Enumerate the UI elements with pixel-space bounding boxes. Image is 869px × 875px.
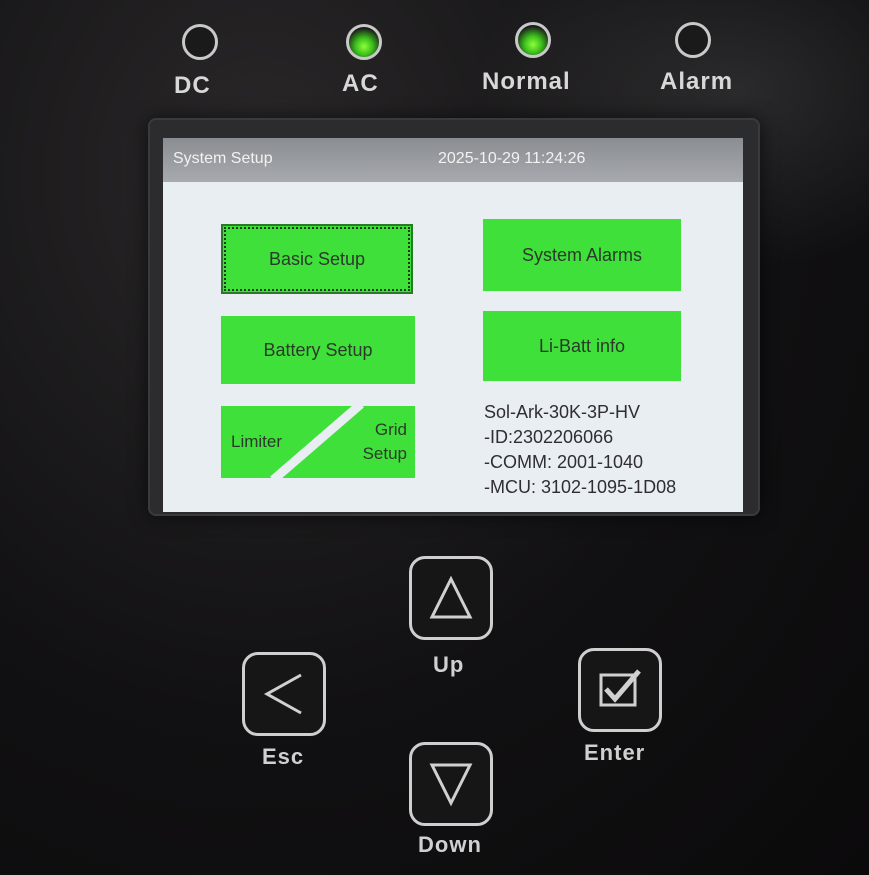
inverter-panel: DC AC Normal Alarm System Setup 2025-10-… bbox=[0, 0, 869, 875]
basic-setup-button[interactable]: Basic Setup bbox=[221, 224, 413, 294]
normal-led-icon bbox=[515, 22, 551, 58]
dc-led-icon bbox=[182, 24, 218, 60]
alarm-led-icon bbox=[675, 22, 711, 58]
down-label: Down bbox=[418, 832, 482, 857]
dc-label: DC bbox=[174, 72, 211, 99]
down-key[interactable] bbox=[409, 742, 493, 826]
date-time: 2025-10-29 11:24:26 bbox=[438, 150, 586, 167]
esc-label: Esc bbox=[262, 744, 305, 769]
battery-setup-button[interactable]: Battery Setup bbox=[221, 316, 415, 384]
checkbox-check-icon bbox=[599, 669, 641, 707]
limiter-grid-setup-button[interactable]: Limiter Grid Setup bbox=[221, 406, 415, 478]
model-text: Sol-Ark-30K-3P-HV bbox=[484, 402, 641, 422]
alarm-label: Alarm bbox=[660, 68, 734, 95]
title-bar: System Setup 2025-10-29 11:24:26 bbox=[163, 138, 743, 182]
device-info: Sol-Ark-30K-3P-HV -ID:2302206066 -COMM: … bbox=[484, 400, 676, 500]
grid-setup-line2: Setup bbox=[362, 444, 407, 463]
down-triangle-icon bbox=[429, 763, 473, 807]
li-batt-info-button[interactable]: Li-Batt info bbox=[483, 311, 681, 381]
up-triangle-icon bbox=[429, 575, 473, 619]
system-alarms-button[interactable]: System Alarms bbox=[483, 219, 681, 291]
esc-key[interactable] bbox=[242, 652, 326, 736]
up-key[interactable] bbox=[409, 556, 493, 640]
id-text: -ID:2302206066 bbox=[484, 427, 614, 447]
grid-setup-line1: Grid bbox=[374, 420, 407, 439]
limiter-label: Limiter bbox=[231, 432, 283, 451]
screen-title: System Setup bbox=[173, 150, 273, 167]
grid-setup-label: Grid Setup bbox=[363, 418, 407, 466]
comm-text: -COMM: 2001-1040 bbox=[484, 452, 644, 472]
normal-label: Normal bbox=[482, 68, 571, 95]
mcu-text: -MCU: 3102-1095-1D08 bbox=[484, 477, 677, 497]
left-chevron-icon bbox=[263, 673, 302, 715]
enter-key[interactable] bbox=[578, 648, 662, 732]
lcd-screen: System Setup 2025-10-29 11:24:26 Basic S… bbox=[163, 138, 743, 512]
ac-led-icon bbox=[346, 24, 382, 60]
ac-label: AC bbox=[342, 70, 379, 97]
enter-label: Enter bbox=[584, 740, 646, 765]
up-label: Up bbox=[433, 652, 465, 677]
